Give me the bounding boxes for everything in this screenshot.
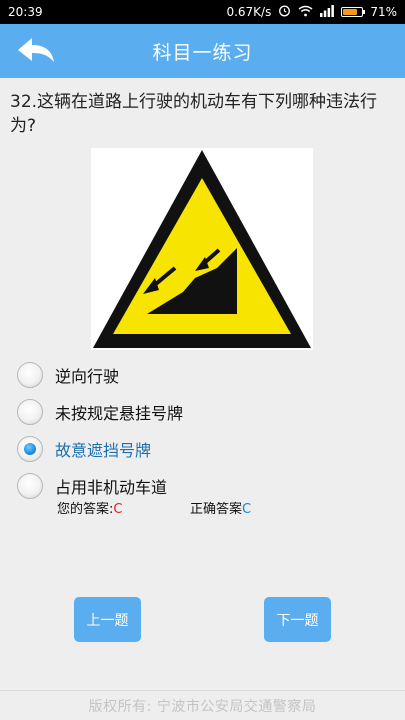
option-a[interactable]: 逆向行驶 bbox=[17, 356, 397, 393]
next-question-button[interactable]: 下一题 bbox=[264, 597, 331, 642]
question-image bbox=[91, 148, 313, 350]
option-a-label: 逆向行驶 bbox=[55, 366, 120, 386]
app-bar: 科目一练习 bbox=[0, 24, 405, 78]
prev-question-button[interactable]: 上一题 bbox=[74, 597, 141, 642]
your-answer-label: 您的答案: bbox=[57, 502, 114, 517]
option-c-label: 故意遮挡号牌 bbox=[55, 440, 152, 460]
back-arrow-icon bbox=[18, 38, 54, 62]
correct-answer: 正确答案C bbox=[190, 498, 251, 517]
radio-b[interactable] bbox=[17, 398, 43, 425]
your-answer: 您的答案:C bbox=[57, 498, 122, 517]
warning-sign-icon bbox=[93, 150, 311, 348]
footer-copyright: 版权所有: 宁波市公安局交通警察局 bbox=[0, 690, 405, 720]
your-answer-value: C bbox=[113, 502, 123, 517]
question-text: 32.这辆在道路上行驶的机动车有下列哪种违法行为? bbox=[10, 92, 378, 136]
back-button[interactable] bbox=[14, 34, 58, 68]
network-speed: 0.67K/s bbox=[226, 5, 272, 19]
battery-icon bbox=[341, 7, 366, 17]
options-list: 逆向行驶 未按规定悬挂号牌 故意遮挡号牌 占用非机动车道 bbox=[17, 356, 397, 504]
status-time: 20:39 bbox=[8, 5, 43, 19]
alarm-icon bbox=[278, 4, 291, 20]
battery-percent: 71% bbox=[370, 5, 397, 19]
option-b-label: 未按规定悬挂号牌 bbox=[55, 403, 184, 423]
option-d-label: 占用非机动车道 bbox=[55, 477, 168, 497]
status-right: 0.67K/s 71% bbox=[226, 4, 397, 20]
correct-answer-value: C bbox=[242, 502, 252, 517]
status-bar: 20:39 0.67K/s 71% bbox=[0, 0, 405, 24]
signal-icon bbox=[320, 4, 335, 20]
option-b[interactable]: 未按规定悬挂号牌 bbox=[17, 393, 397, 430]
radio-a[interactable] bbox=[17, 361, 43, 388]
option-c[interactable]: 故意遮挡号牌 bbox=[17, 430, 397, 467]
page-title: 科目一练习 bbox=[152, 41, 253, 64]
radio-c[interactable] bbox=[17, 435, 43, 462]
wifi-icon bbox=[298, 5, 313, 20]
correct-answer-label: 正确答案 bbox=[190, 502, 243, 517]
radio-d[interactable] bbox=[17, 472, 43, 499]
